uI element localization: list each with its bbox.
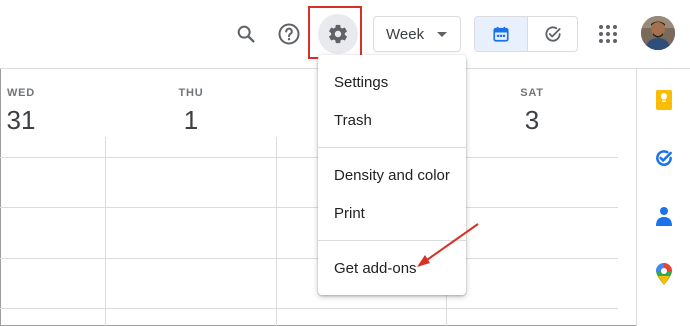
day-header-thu: THU 1 [146,87,236,136]
day-name: SAT [520,87,544,99]
day-number[interactable]: 1 [146,105,236,136]
help-button[interactable] [269,14,309,54]
calendar-icon [493,26,509,42]
menu-item-trash[interactable]: Trash [318,102,466,138]
column-divider [276,137,277,326]
hour-line [0,258,618,259]
check-circle-icon [544,26,561,42]
menu-item-print[interactable]: Print [318,195,466,231]
tasks-button[interactable] [653,147,675,169]
hour-line [0,308,618,309]
account-avatar[interactable] [641,16,675,50]
side-panel [636,69,690,326]
search-icon [237,25,255,43]
menu-item-settings[interactable]: Settings [318,64,466,100]
tasks-view-button[interactable] [527,17,577,51]
tasks-icon [656,150,672,166]
all-day-divider [0,157,618,158]
view-toggle [474,16,578,52]
settings-highlight-box [308,6,362,59]
apps-grid-icon [599,25,617,43]
keep-icon [656,90,672,110]
day-name: WED [6,87,36,99]
maps-icon [656,263,672,285]
hour-line [0,207,618,208]
contacts-button[interactable] [653,205,675,227]
apps-button[interactable] [588,14,628,54]
column-divider [105,137,106,326]
settings-menu: Settings Trash Density and color Print G… [318,55,466,295]
menu-divider [318,147,466,148]
calendar-view-button[interactable] [475,17,528,51]
view-select[interactable]: Week [373,16,461,52]
menu-divider [318,240,466,241]
menu-item-density-and-color[interactable]: Density and color [318,157,466,193]
day-number[interactable]: 31 [0,105,42,136]
keep-button[interactable] [653,89,675,111]
maps-button[interactable] [653,263,675,285]
menu-item-get-add-ons[interactable]: Get add-ons [318,250,466,286]
caret-down-icon [437,32,447,37]
day-header-wed: WED 31 [0,87,42,136]
search-button[interactable] [226,14,266,54]
day-name: THU [178,87,204,99]
day-number[interactable]: 3 [487,105,577,136]
view-select-label: Week [386,25,425,43]
avatar-photo [641,16,675,50]
contacts-icon [656,207,672,226]
help-icon [278,23,300,45]
day-header-sat: SAT 3 [487,87,577,136]
